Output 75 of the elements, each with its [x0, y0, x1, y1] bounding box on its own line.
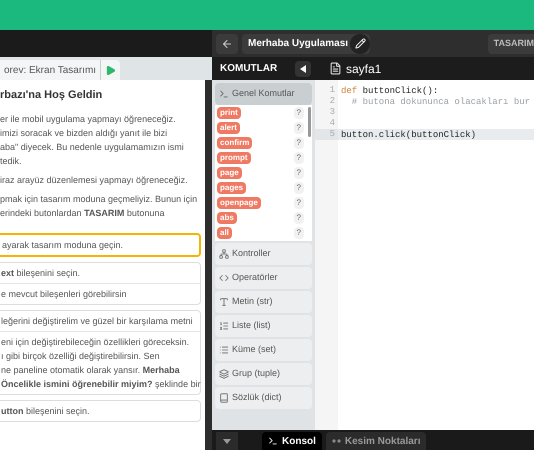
command-chip[interactable]: print — [217, 107, 241, 119]
terminal-icon — [268, 436, 278, 446]
design-button[interactable]: TASARIM — [488, 34, 534, 54]
terminal-icon — [219, 89, 229, 99]
category-button[interactable]: Genel Komutlar — [215, 83, 312, 105]
category-button[interactable]: Operatörler — [215, 267, 312, 289]
file-tab[interactable]: sayfa1 — [346, 60, 382, 78]
step-text: eni için değiştirebileceğin özellikleri göreceksin. ı gibi birçok özelliği değiştirebilirsin. Sen ne paneline otomatik olarak yansır. Merhaba Öncelikle ismini öğrenebilir miyim? şeklinde bir — [1, 336, 201, 390]
help-badge[interactable]: ? — [294, 137, 304, 149]
step-text: ayarak tasarım moduna geçin. — [2, 238, 124, 252]
code-line: def buttonClick(): — [341, 86, 438, 96]
collapse-console-button[interactable] — [216, 432, 238, 450]
lesson-paragraph: er ile mobil uygulama yapmayı öğreneceğiz. imizi soracak ve bizden aldığı yanıt ile bizi aba" diyecek. Bu nedenle uygulamamızın ismi tedik. — [0, 112, 184, 168]
numbered-list-icon — [219, 321, 229, 331]
line-number: 2 — [328, 96, 336, 107]
command-chip[interactable]: alert — [217, 122, 240, 134]
category-button[interactable]: Grup (tuple) — [215, 363, 312, 385]
category-button[interactable]: Liste (list) — [215, 315, 312, 337]
collapse-button[interactable] — [295, 60, 311, 76]
step-text: utton bileşenini seçin. — [1, 404, 90, 418]
step-text: ext bileşenini seçin. — [1, 266, 80, 280]
lesson-paragraph: pmak için tasarım moduna geçmeliyiz. Bunun için erindeki butonlardan TASARIM butonuna — [0, 192, 198, 220]
line-number: 4 — [328, 118, 336, 129]
category-button[interactable]: Sözlük (dict) — [215, 387, 312, 409]
command-chip[interactable]: all — [217, 227, 232, 239]
line-number: 3 — [328, 107, 336, 118]
step-card[interactable] — [0, 310, 201, 394]
console-tab[interactable]: Kesim Noktaları — [326, 432, 426, 450]
list-icon — [219, 345, 229, 355]
line-number: 5 — [315, 129, 338, 140]
letter-icon — [219, 297, 229, 307]
console-tab[interactable]: Konsol — [262, 432, 322, 450]
step-text: e mevcut bileşenleri görebilirsin — [1, 288, 127, 300]
category-button[interactable]: Metin (str) — [215, 291, 312, 313]
edit-button[interactable] — [350, 34, 370, 54]
app-title[interactable]: Merhaba Uygulaması — [242, 34, 370, 54]
step-card[interactable]: ext bileşenini seçin. e mevcut bileşenleri görebilirsin — [0, 262, 201, 304]
help-badge[interactable]: ? — [294, 197, 304, 209]
book-icon — [219, 393, 229, 403]
command-chip[interactable]: confirm — [217, 137, 252, 149]
command-chip[interactable]: page — [217, 167, 242, 179]
layers-icon — [219, 369, 229, 379]
lesson-paragraph: iraz arayüz düzenlemesi yapmayı öğreneceğiz. — [0, 174, 188, 186]
command-chip[interactable]: abs — [217, 212, 237, 224]
step-card[interactable]: utton bileşenini seçin. — [0, 400, 201, 422]
step-text: leğerini değiştirelim ve güzel bir karşılama metni — [1, 314, 193, 328]
pencil-icon — [354, 38, 366, 49]
hierarchy-icon — [219, 249, 229, 259]
command-chip[interactable]: pages — [217, 182, 246, 194]
file-icon — [329, 62, 342, 75]
help-badge[interactable]: ? — [294, 167, 304, 179]
caret-left-icon — [300, 64, 306, 72]
lesson-title: rbazı'na Hoş Geldin — [0, 88, 104, 103]
back-button[interactable] — [216, 34, 238, 54]
command-chip[interactable]: openpage — [217, 197, 261, 209]
code-line: button.click(buttonClick) — [341, 130, 476, 140]
help-badge[interactable]: ? — [294, 227, 304, 239]
help-badge[interactable]: ? — [294, 182, 304, 194]
command-chip[interactable]: prompt — [217, 152, 251, 164]
code-icon — [219, 273, 229, 283]
scrollbar[interactable] — [308, 107, 311, 137]
dots-icon — [332, 439, 341, 443]
help-badge[interactable]: ? — [294, 107, 304, 119]
help-badge[interactable]: ? — [294, 122, 304, 134]
help-badge[interactable]: ? — [294, 212, 304, 224]
line-number: 1 — [328, 85, 336, 96]
play-icon — [105, 64, 116, 76]
category-button[interactable]: Kontroller — [215, 243, 312, 265]
step-card[interactable]: ayarak tasarım moduna geçin. — [0, 232, 201, 256]
back-icon — [221, 38, 233, 50]
commands-title: KOMUTLAR — [220, 62, 278, 76]
caret-down-icon — [223, 438, 231, 444]
help-badge[interactable]: ? — [294, 152, 304, 164]
code-line: # butona dokununca olacakları bur — [350, 97, 530, 107]
category-button[interactable]: Küme (set) — [215, 339, 312, 361]
